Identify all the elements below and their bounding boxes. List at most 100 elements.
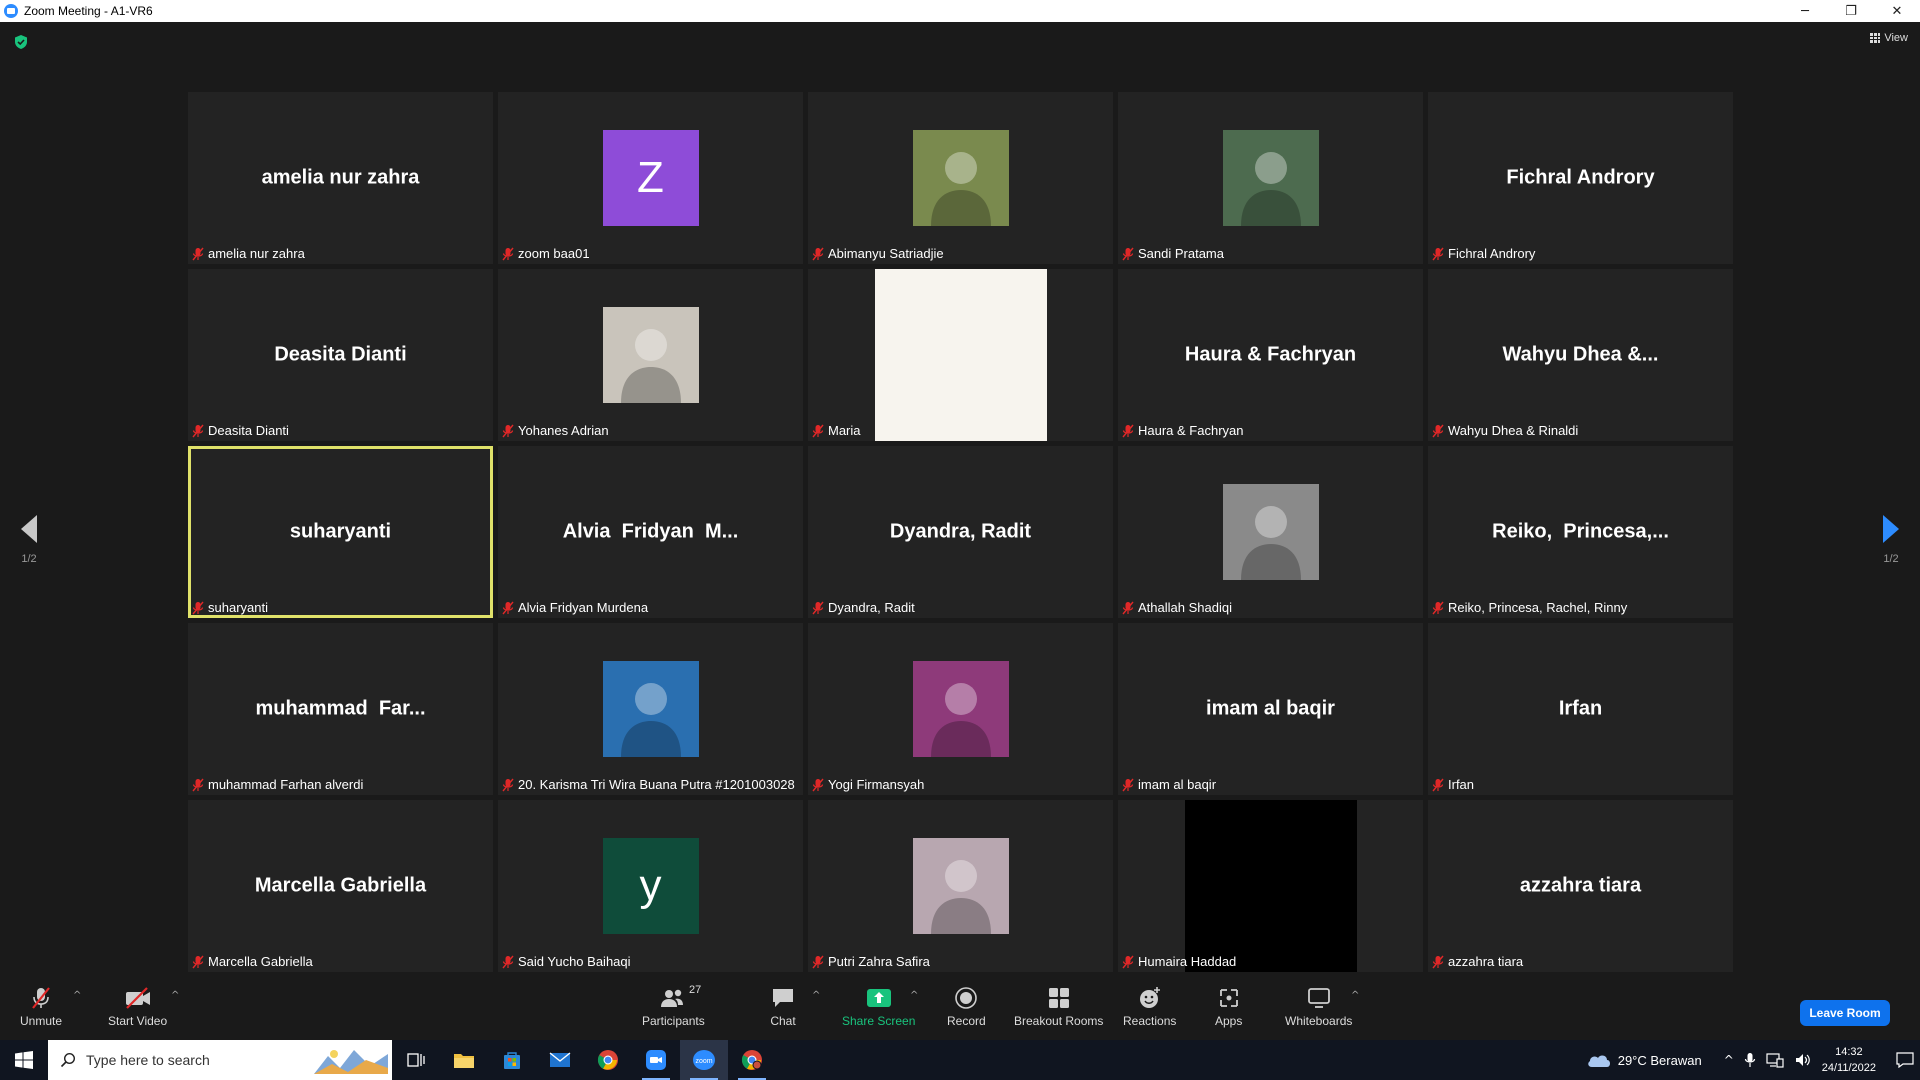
taskbar-chrome-profile[interactable] [728,1040,776,1080]
minimize-button[interactable]: ─ [1782,0,1828,22]
participant-tile[interactable]: Reiko, Princesa,... Reiko, Princesa, Rach… [1428,446,1733,618]
task-view-button[interactable] [392,1040,440,1080]
taskbar-mail[interactable] [536,1040,584,1080]
participant-name-tag: Irfan [1432,777,1474,792]
mic-muted-icon [502,955,514,968]
reactions-label: Reactions [1123,1014,1177,1028]
participant-tile[interactable]: 20. Karisma Tri Wira Buana Putra #120100… [498,623,803,795]
whiteboards-button[interactable]: Whiteboards [1285,984,1352,1028]
participant-tile[interactable]: Yogi Firmansyah [808,623,1113,795]
apps-label: Apps [1215,1014,1243,1028]
microphone-in-use-icon[interactable] [1744,1052,1756,1068]
participant-tile[interactable]: muhammad Far... muhammad Farhan alverdi [188,623,493,795]
apps-icon [1219,989,1238,1007]
taskbar-file-explorer[interactable] [440,1040,488,1080]
participant-name-tag: Wahyu Dhea & Rinaldi [1432,423,1578,438]
audio-options-caret-icon[interactable]: ^ [73,990,81,1001]
page-indicator-right: 1/2 [1883,553,1899,565]
participant-tile[interactable]: Yohanes Adrian [498,269,803,441]
record-button[interactable]: Record [947,984,986,1028]
taskbar-search-box[interactable]: Type here to search [48,1040,392,1080]
participant-name-tag: Reiko, Princesa, Rachel, Rinny [1432,600,1627,615]
participant-tile[interactable]: Putri Zahra Safira [808,800,1113,972]
participant-tile[interactable]: Deasita Dianti Deasita Dianti [188,269,493,441]
share-screen-button[interactable]: Share Screen [842,984,915,1028]
muted-mic-icon [32,987,50,1009]
participant-tile[interactable]: amelia nur zahra amelia nur zahra [188,92,493,264]
action-center-button[interactable] [1890,1040,1920,1080]
system-clock[interactable]: 14:32 24/11/2022 [1822,1044,1876,1076]
whiteboards-options-caret-icon[interactable]: ^ [1351,990,1359,1001]
profile-picture-icon [912,130,1009,226]
participant-name-tag: Haura & Fachryan [1122,423,1244,438]
participant-tile[interactable]: Irfan Irfan [1428,623,1733,795]
volume-icon[interactable] [1794,1052,1812,1068]
unmute-button[interactable]: Unmute [20,984,62,1028]
participants-button[interactable]: 27 Participants [642,984,705,1028]
profile-picture-icon [912,661,1009,757]
chat-options-caret-icon[interactable]: ^ [812,990,820,1001]
whiteboard-icon [1307,988,1330,1008]
participant-tile[interactable]: y Said Yucho Baihaqi [498,800,803,972]
participant-tile[interactable]: Fichral Androry Fichral Androry [1428,92,1733,264]
taskbar-zoom-meetings[interactable] [632,1040,680,1080]
participant-tile[interactable]: Alvia Fridyan M... Alvia Fridyan Murdena [498,446,803,618]
breakout-rooms-button[interactable]: Breakout Rooms [1014,984,1103,1028]
participant-tile[interactable]: Dyandra, Radit Dyandra, Radit [808,446,1113,618]
network-icon[interactable] [1766,1052,1784,1068]
chat-button[interactable]: Chat [770,984,796,1028]
restore-button[interactable]: ❐ [1828,0,1874,22]
participant-tile[interactable]: imam al baqir imam al baqir [1118,623,1423,795]
video-options-caret-icon[interactable]: ^ [171,990,179,1001]
share-options-caret-icon[interactable]: ^ [910,990,918,1001]
zoom-meetings-icon [646,1050,666,1070]
participant-tile[interactable]: Haura & Fachryan Haura & Fachryan [1118,269,1423,441]
encryption-shield-icon[interactable] [13,34,29,50]
close-button[interactable]: ✕ [1874,0,1920,22]
participant-tile[interactable]: suharyanti suharyanti [188,446,493,618]
participant-name-tag: Said Yucho Baihaqi [502,954,631,969]
profile-picture-icon [602,307,699,403]
mic-muted-icon [812,778,824,791]
participant-tile[interactable]: azzahra tiara azzahra tiara [1428,800,1733,972]
participant-tile[interactable]: Zzoom baa01 [498,92,803,264]
participant-tile[interactable]: Wahyu Dhea &... Wahyu Dhea & Rinaldi [1428,269,1733,441]
participant-gallery: amelia nur zahra amelia nur zahra Zzoom ba… [188,92,1733,972]
previous-page-button[interactable]: 1/2 [11,515,47,565]
profile-picture-icon [1222,130,1319,226]
weather-widget[interactable]: 29°C Berawan [1586,1051,1702,1069]
participant-tile[interactable]: Humaira Haddad [1118,800,1423,972]
participants-count: 27 [689,984,702,996]
show-hidden-icons-caret-icon[interactable]: ^ [1724,1053,1734,1067]
chat-label: Chat [770,1014,796,1028]
participant-tile[interactable]: Sandi Pratama [1118,92,1423,264]
reactions-button[interactable]: Reactions [1123,984,1176,1028]
taskbar-microsoft-store[interactable] [488,1040,536,1080]
window-title: Zoom Meeting - A1-VR6 [24,4,153,18]
leave-room-button[interactable]: Leave Room [1800,1000,1890,1026]
participant-name: suharyanti [208,600,268,615]
mic-muted-icon [502,247,514,260]
zoom-app-icon [4,4,18,18]
view-label: View [1884,32,1908,44]
apps-button[interactable]: Apps [1215,984,1242,1028]
start-button[interactable] [0,1040,48,1080]
participant-display-name: Deasita Dianti [274,343,407,366]
participant-name: amelia nur zahra [208,246,305,261]
participant-tile[interactable]: Maria [808,269,1113,441]
mic-muted-icon [1432,247,1444,260]
mic-muted-icon [192,955,204,968]
start-video-button[interactable]: Start Video [108,984,167,1028]
windows-taskbar: Type here to search zoom 29°C Berawan ^ … [0,1040,1920,1080]
view-button[interactable]: View [1870,32,1908,44]
cloud-icon [1587,1055,1610,1067]
mic-muted-icon [1122,424,1134,437]
svg-text:zoom: zoom [695,1058,712,1065]
participant-tile[interactable]: Marcella Gabriella Marcella Gabriella [188,800,493,972]
taskbar-chrome[interactable] [584,1040,632,1080]
participant-tile[interactable]: Athallah Shadiqi [1118,446,1423,618]
search-icon [60,1052,76,1068]
next-page-button[interactable]: 1/2 [1873,515,1909,565]
taskbar-zoom-active[interactable]: zoom [680,1040,728,1080]
participant-tile[interactable]: Abimanyu Satriadjie [808,92,1113,264]
